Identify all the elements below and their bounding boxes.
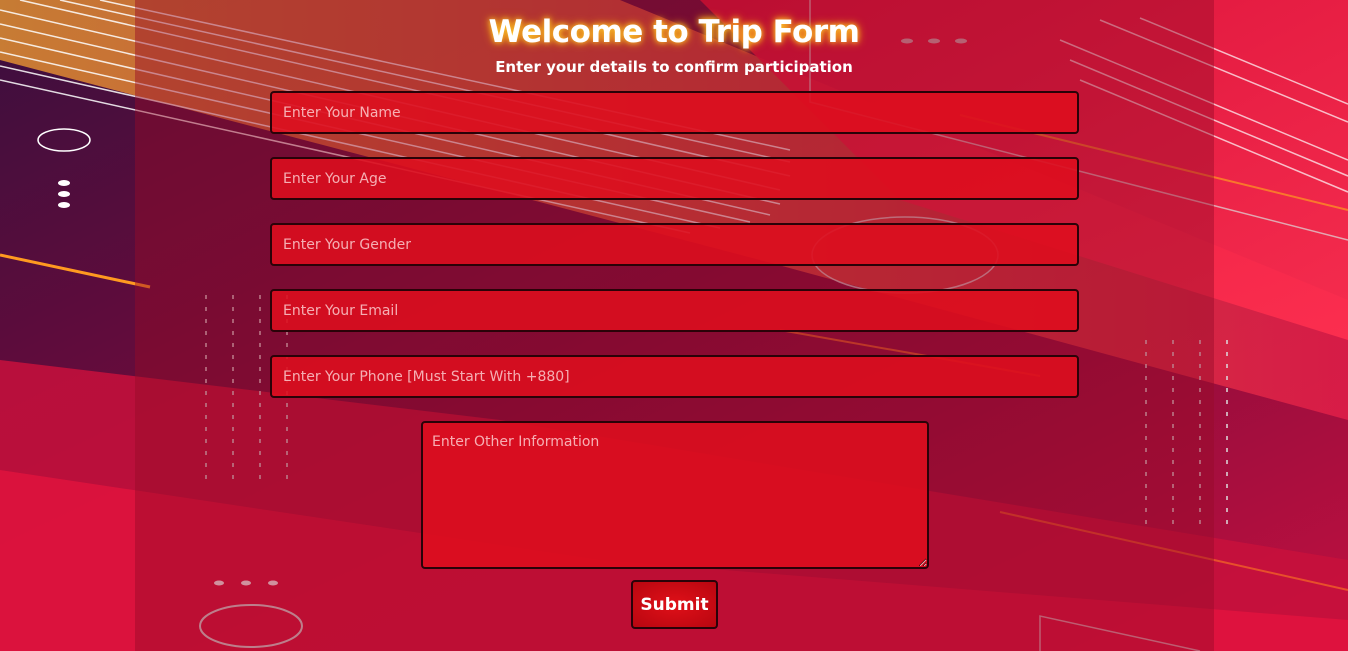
submit-button[interactable]: Submit [631, 580, 718, 629]
other-information-textarea[interactable] [421, 421, 929, 569]
gender-input[interactable] [270, 223, 1079, 266]
trip-form: Welcome to Trip Form Enter your details … [0, 0, 1348, 651]
page-subtitle: Enter your details to confirm participat… [495, 58, 853, 76]
page-title: Welcome to Trip Form [488, 14, 860, 50]
phone-input[interactable] [270, 355, 1079, 398]
age-input[interactable] [270, 157, 1079, 200]
email-input[interactable] [270, 289, 1079, 332]
name-input[interactable] [270, 91, 1079, 134]
